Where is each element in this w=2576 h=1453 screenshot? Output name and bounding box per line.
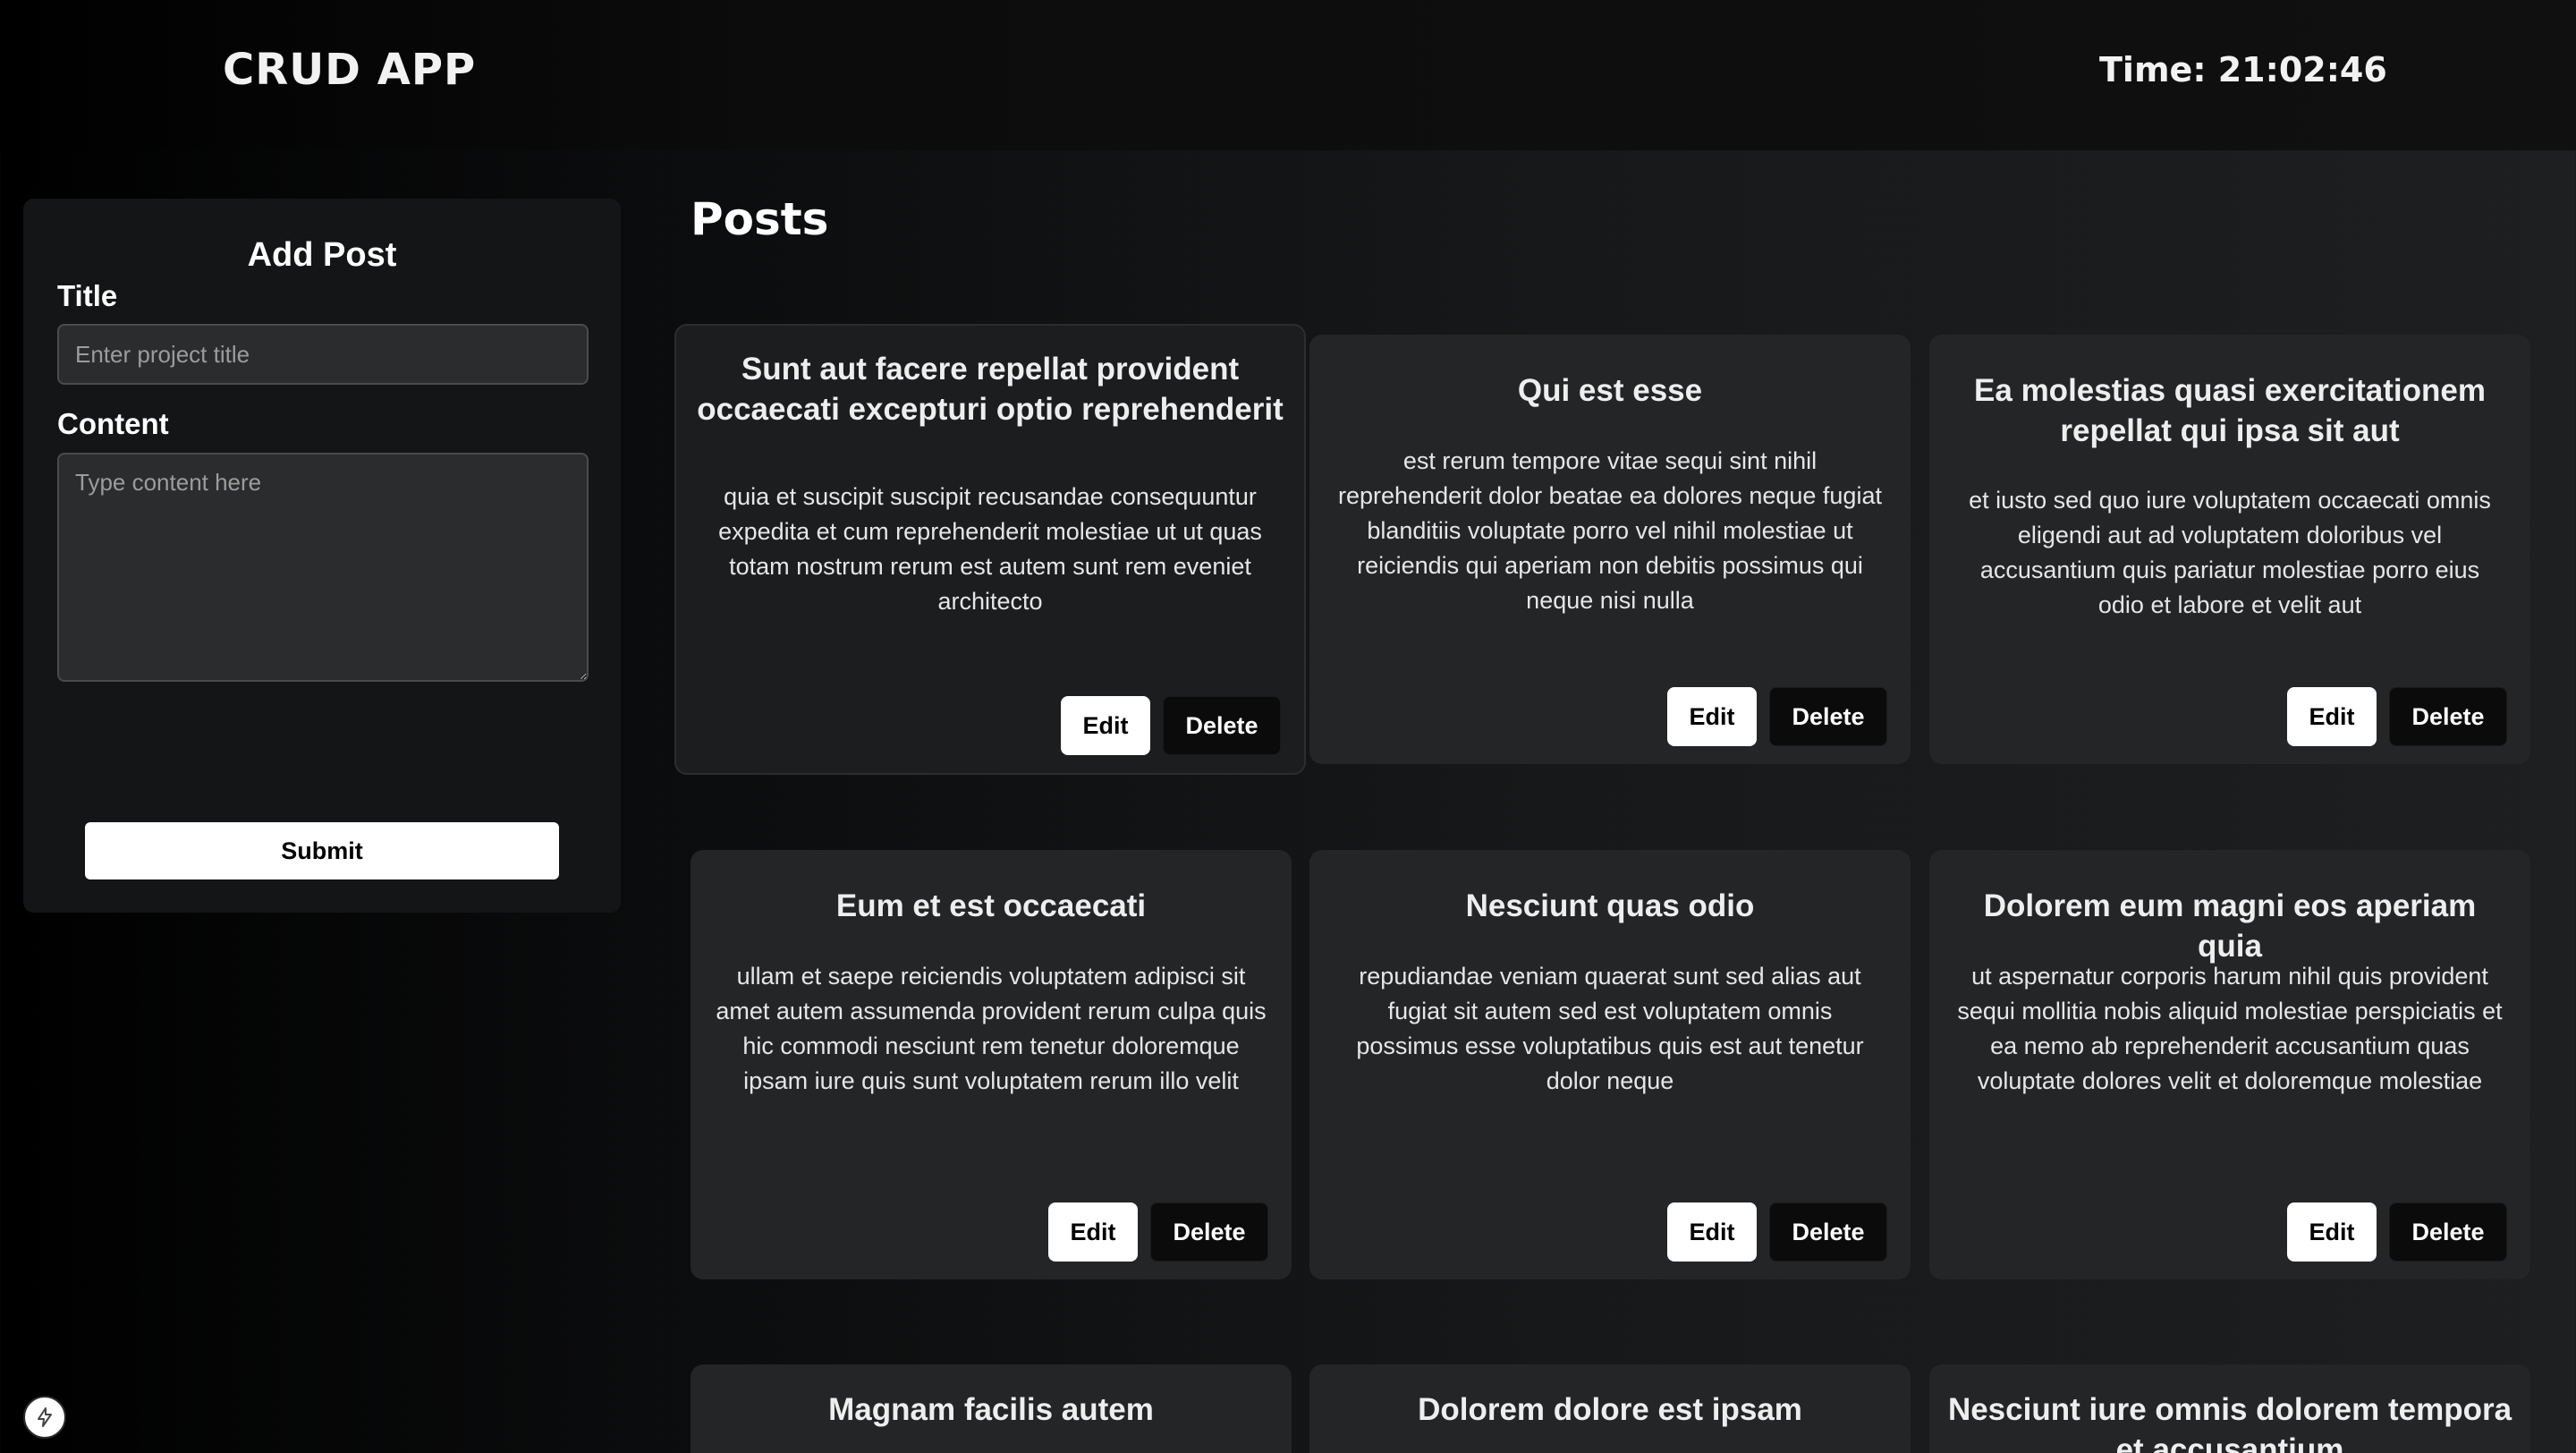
delete-button[interactable]: Delete bbox=[2389, 687, 2507, 746]
post-body: est rerum tempore vitae sequi sint nihil… bbox=[1338, 447, 1882, 614]
post-body: quia et suscipit suscipit recusandae con… bbox=[718, 483, 1262, 615]
post-title: Dolorem eum magni eos aperiam quia bbox=[1983, 888, 2477, 964]
content-textarea[interactable] bbox=[57, 453, 589, 682]
post-title: Sunt aut facere repellat provident occae… bbox=[697, 352, 1284, 427]
post-card: Sunt aut facere repellat provident occae… bbox=[674, 324, 1306, 775]
post-card: Eum et est occaecati ullam et saepe reic… bbox=[691, 850, 1292, 1279]
post-body: et iusto sed quo iure voluptatem occaeca… bbox=[1969, 487, 2491, 618]
post-card: Nesciunt iure omnis dolorem tempora et a… bbox=[1929, 1364, 2530, 1453]
edit-button[interactable]: Edit bbox=[1048, 1202, 1138, 1262]
content-label: Content bbox=[57, 407, 169, 440]
edit-button[interactable]: Edit bbox=[1667, 1202, 1757, 1262]
post-body: ullam et saepe reiciendis voluptatem adi… bbox=[716, 963, 1267, 1094]
post-card: Qui est esse est rerum tempore vitae seq… bbox=[1309, 335, 1911, 764]
post-body: repudiandae veniam quaerat sunt sed alia… bbox=[1356, 963, 1864, 1094]
delete-button[interactable]: Delete bbox=[1769, 687, 1887, 746]
delete-button[interactable]: Delete bbox=[2389, 1202, 2507, 1262]
post-card: Magnam facilis autem bbox=[691, 1364, 1292, 1453]
app-header: CRUD APP Time: 21:02:46 bbox=[0, 0, 2576, 150]
post-title: Nesciunt iure omnis dolorem tempora et a… bbox=[1947, 1392, 2512, 1453]
delete-button[interactable]: Delete bbox=[1769, 1202, 1887, 1262]
edit-button[interactable]: Edit bbox=[1061, 696, 1150, 755]
title-label: Title bbox=[57, 279, 118, 312]
post-card: Dolorem eum magni eos aperiam quia ut as… bbox=[1929, 850, 2530, 1279]
clock-display: Time: 21:02:46 bbox=[2099, 50, 2387, 89]
posts-heading: Posts bbox=[691, 193, 829, 245]
delete-button[interactable]: Delete bbox=[1150, 1202, 1268, 1262]
add-post-panel: Add Post Title Content Submit bbox=[23, 199, 621, 913]
add-post-heading: Add Post bbox=[247, 236, 397, 274]
lightning-icon[interactable] bbox=[23, 1396, 66, 1439]
post-body: ut aspernatur corporis harum nihil quis … bbox=[1957, 963, 2503, 1094]
post-title: Qui est esse bbox=[1517, 373, 1703, 408]
title-input[interactable] bbox=[57, 324, 589, 385]
post-title: Dolorem dolore est ipsam bbox=[1418, 1392, 1802, 1427]
lightning-icon-glyph bbox=[38, 1407, 52, 1427]
delete-button[interactable]: Delete bbox=[1163, 696, 1281, 755]
edit-button[interactable]: Edit bbox=[2287, 1202, 2377, 1262]
post-card: Ea molestias quasi exercitationem repell… bbox=[1929, 335, 2530, 764]
post-card: Nesciunt quas odio repudiandae veniam qu… bbox=[1309, 850, 1911, 1279]
app-brand: CRUD APP bbox=[223, 45, 477, 95]
post-title: Ea molestias quasi exercitationem repell… bbox=[1974, 373, 2486, 448]
submit-button[interactable]: Submit bbox=[85, 822, 559, 879]
post-title: Eum et est occaecati bbox=[835, 888, 1147, 923]
edit-button[interactable]: Edit bbox=[2287, 687, 2377, 746]
edit-button[interactable]: Edit bbox=[1667, 687, 1757, 746]
post-title: Magnam facilis autem bbox=[828, 1392, 1154, 1427]
post-title: Nesciunt quas odio bbox=[1465, 888, 1755, 923]
post-card: Dolorem dolore est ipsam bbox=[1309, 1364, 1911, 1453]
